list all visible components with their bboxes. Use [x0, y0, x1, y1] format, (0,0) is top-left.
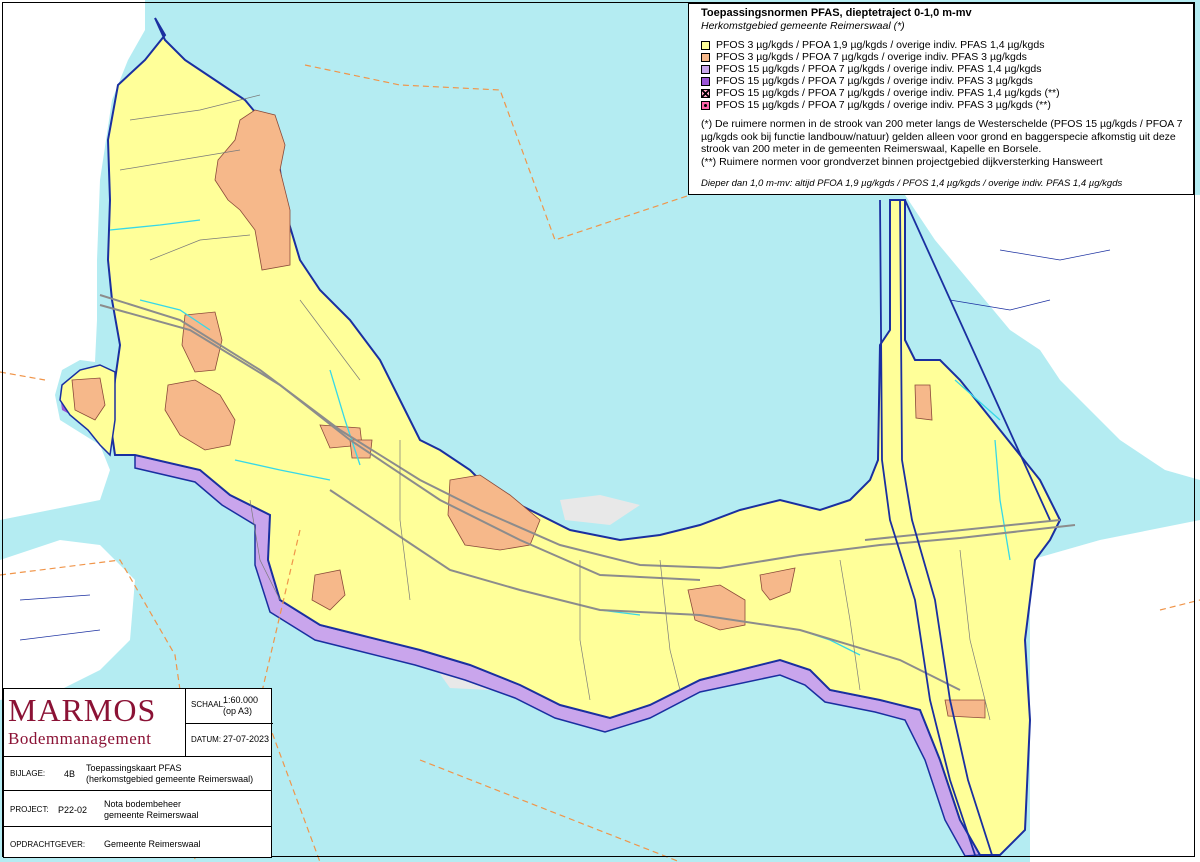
project-text-1: Nota bodembeheer [104, 799, 182, 809]
scale-label: SCHAAL: [191, 700, 226, 709]
project-label: PROJECT: [10, 805, 49, 814]
legend-panel: Toepassingsnormen PFAS, dieptetraject 0-… [688, 3, 1194, 195]
legend-note-1: (*) De ruimere normen in de strook van 2… [701, 118, 1183, 155]
legend-item: PFOS 15 µg/kgds / PFOA 7 µg/kgds / overi… [701, 99, 1185, 111]
legend-swatch [701, 52, 710, 62]
legend-item-label: PFOS 15 µg/kgds / PFOA 7 µg/kgds / overi… [716, 99, 1051, 111]
legend-item: PFOS 15 µg/kgds / PFOA 7 µg/kgds / overi… [701, 75, 1185, 87]
legend-swatch [701, 76, 710, 86]
legend-note-2: (**) Ruimere normen voor grondverzet bin… [701, 155, 1103, 168]
legend-item: PFOS 3 µg/kgds / PFOA 7 µg/kgds / overig… [701, 51, 1185, 63]
project-text-2: gemeente Reimerswaal [104, 810, 199, 820]
logo-text-bodemmanagement: Bodemmanagement [8, 729, 152, 748]
date-value: 27-07-2023 [223, 734, 270, 744]
legend-swatch [701, 64, 710, 74]
project-value: P22-02 [58, 805, 88, 815]
date-label: DATUM: [191, 735, 222, 744]
scale-value: 1:60.000 [223, 695, 259, 705]
legend-title: Toepassingsnormen PFAS, dieptetraject 0-… [701, 7, 972, 19]
legend-item-label: PFOS 15 µg/kgds / PFOA 7 µg/kgds / overi… [716, 63, 1042, 75]
scale-note: (op A3) [223, 706, 253, 716]
legend-item-label: PFOS 15 µg/kgds / PFOA 7 µg/kgds / overi… [716, 75, 1033, 87]
legend-item: PFOS 15 µg/kgds / PFOA 7 µg/kgds / overi… [701, 87, 1185, 99]
opdrachtgever-value: Gemeente Reimerswaal [104, 839, 201, 849]
bijlage-label: BIJLAGE: [10, 769, 46, 778]
legend-items: PFOS 3 µg/kgds / PFOA 1,9 µg/kgds / over… [701, 39, 1185, 111]
bijlage-text-2: (herkomstgebied gemeente Reimerswaal) [86, 774, 254, 784]
legend-swatch [701, 100, 710, 110]
bijlage-value: 4B [64, 769, 76, 779]
logo-marmos: MARMOS Bodemmanagement [4, 689, 186, 757]
legend-subtitle: Herkomstgebied gemeente Reimerswaal (*) [701, 20, 905, 32]
legend-deeper-note: Dieper dan 1,0 m-mv: altijd PFOA 1,9 µg/… [701, 178, 1123, 189]
legend-item: PFOS 3 µg/kgds / PFOA 1,9 µg/kgds / over… [701, 39, 1185, 51]
legend-swatch [701, 40, 710, 50]
opdrachtgever-label: OPDRACHTGEVER: [10, 840, 86, 849]
legend-item-label: PFOS 15 µg/kgds / PFOA 7 µg/kgds / overi… [716, 87, 1060, 99]
legend-item-label: PFOS 3 µg/kgds / PFOA 7 µg/kgds / overig… [716, 51, 1027, 63]
land-east-south [1030, 520, 1200, 862]
legend-swatch [701, 88, 710, 98]
legend-item-label: PFOS 3 µg/kgds / PFOA 1,9 µg/kgds / over… [716, 39, 1045, 51]
logo-text-marmos: MARMOS [8, 692, 157, 728]
title-block: MARMOS Bodemmanagement SCHAAL: 1:60.000 … [3, 688, 273, 858]
legend-item: PFOS 15 µg/kgds / PFOA 7 µg/kgds / overi… [701, 63, 1185, 75]
bijlage-text-1: Toepassingskaart PFAS [86, 763, 182, 773]
